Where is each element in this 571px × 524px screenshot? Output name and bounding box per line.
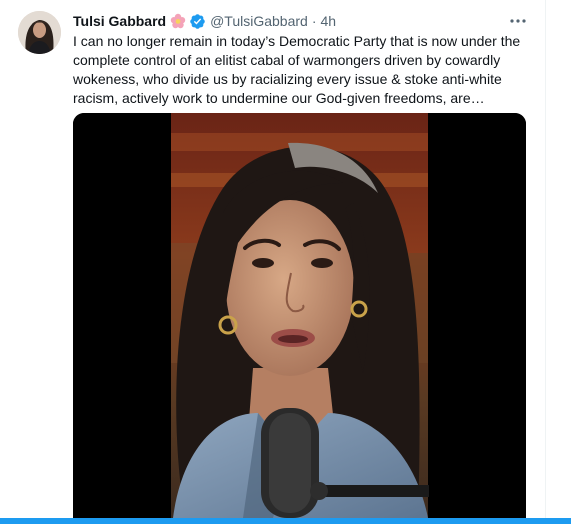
timeline-divider	[545, 0, 546, 524]
tweet-header: Tulsi Gabbard @TulsiGabbard · 4h	[73, 11, 336, 31]
tweet-text: I can no longer remain in today’s Democr…	[73, 33, 521, 106]
author-name[interactable]: Tulsi Gabbard	[73, 11, 166, 31]
video-still	[73, 113, 526, 518]
timestamp[interactable]: 4h	[321, 11, 337, 31]
author-handle[interactable]: @TulsiGabbard	[210, 11, 308, 31]
more-horizontal-icon[interactable]	[505, 11, 531, 31]
avatar[interactable]	[18, 11, 61, 54]
verified-badge-icon	[189, 13, 206, 30]
accent-bar	[0, 518, 571, 524]
flower-emoji-icon	[170, 13, 186, 29]
tweet[interactable]: Tulsi Gabbard @TulsiGabbard · 4h I can n…	[0, 0, 545, 518]
video-player[interactable]	[73, 113, 526, 518]
separator-dot: ·	[311, 13, 317, 29]
